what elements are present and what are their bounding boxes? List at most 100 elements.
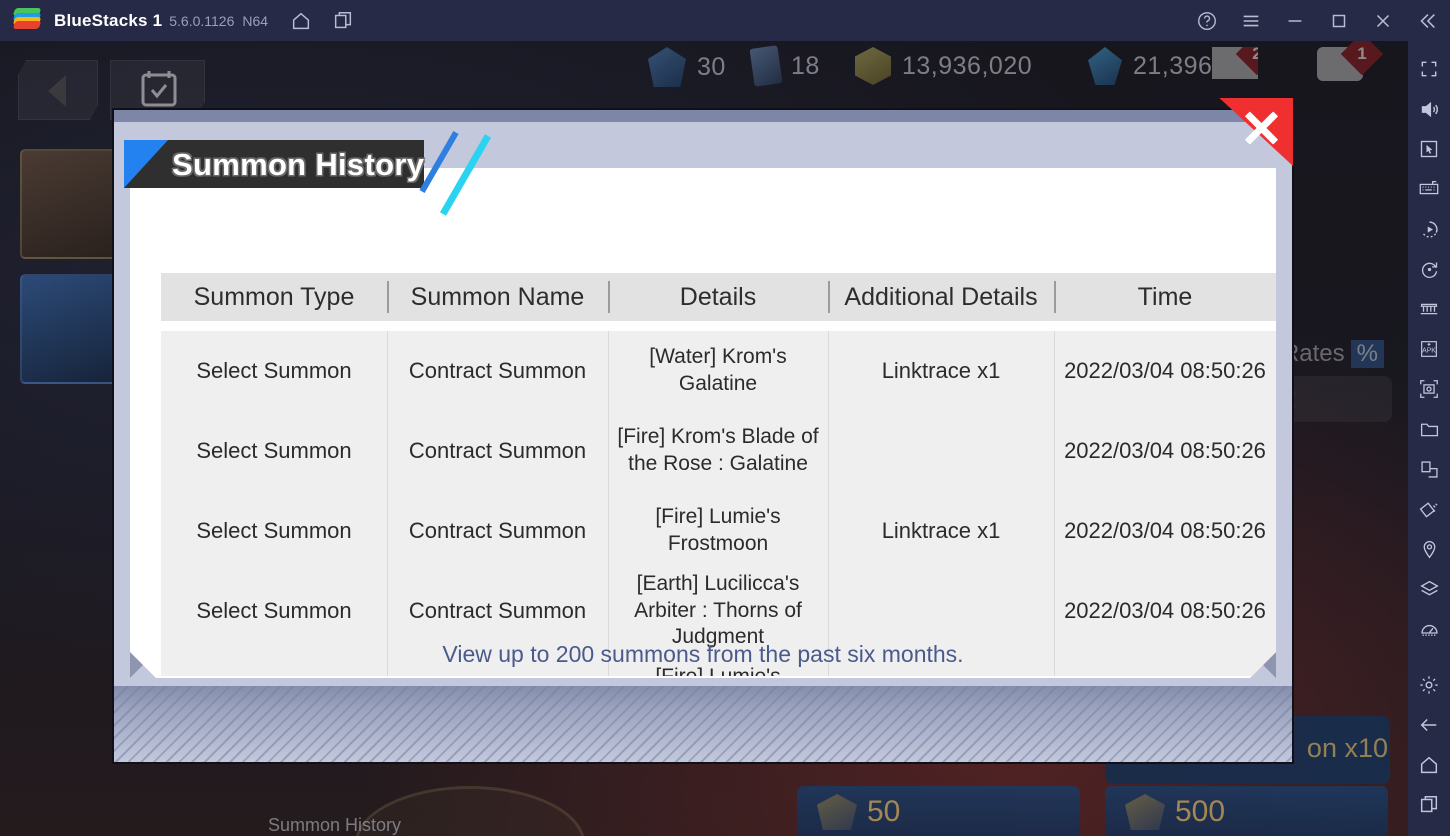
apk-install-icon: APK — [1418, 338, 1440, 360]
table-header-row: Summon Type Summon Name Details Addition… — [161, 273, 1276, 321]
home-icon[interactable] — [290, 10, 312, 32]
table-row[interactable]: Select Summon Contract Summon [Earth] Lu… — [161, 571, 1276, 651]
sidebar-item-location[interactable] — [1408, 529, 1450, 569]
maximize-icon[interactable] — [1328, 10, 1350, 32]
rotate-screen-icon — [1419, 459, 1440, 480]
table-row[interactable]: Select Summon Contract Summon [Water] Kr… — [161, 331, 1276, 411]
game-viewport: 30 18 13,936,020 21,396 2 1 Rates % Summ… — [0, 41, 1408, 836]
sidebar-item-screenshot[interactable] — [1408, 369, 1450, 409]
cell-summon-type: Select Summon — [196, 597, 352, 623]
sidebar-item-macro[interactable] — [1408, 209, 1450, 249]
close-icon[interactable] — [1372, 10, 1394, 32]
summon-single-cost-button[interactable]: 50 — [797, 786, 1080, 836]
cell-additional-details: Linktrace x1 — [828, 331, 1054, 411]
collapse-chevrons-icon[interactable] — [1416, 10, 1438, 32]
screenshot-icon — [1418, 378, 1440, 400]
sidebar-item-back[interactable] — [1408, 705, 1450, 745]
cell-summon-name: Contract Summon — [387, 331, 608, 411]
volume-icon — [1419, 99, 1440, 120]
currency-crystal: 21,396 — [1088, 47, 1212, 85]
chat-button[interactable]: 1 — [1317, 41, 1384, 81]
stamina-value: 30 — [697, 52, 726, 81]
crystal-icon — [1088, 47, 1122, 85]
sidebar-item-rotate[interactable] — [1408, 449, 1450, 489]
summon-ticket-icon — [749, 45, 783, 87]
sidebar-item-shake[interactable] — [1408, 489, 1450, 529]
cell-time: 2022/03/04 08:50:26 — [1054, 411, 1276, 491]
bluestacks-window: 30 18 13,936,020 21,396 2 1 Rates % Summ… — [0, 0, 1450, 836]
sidebar-item-settings[interactable] — [1408, 665, 1450, 705]
column-header-additional-details: Additional Details — [828, 273, 1054, 321]
dialog-content-panel: Summon Type Summon Name Details Addition… — [130, 168, 1276, 678]
chat-badge-count: 1 — [1357, 44, 1367, 63]
cell-details: [Fire] Lumie's Frostmoon — [608, 491, 828, 571]
chat-badge: 1 — [1340, 41, 1384, 76]
sidebar-item-eco-mode[interactable] — [1408, 569, 1450, 609]
crystal-cost-icon — [817, 794, 857, 830]
cell-additional-details: Linktrace x1 — [828, 491, 1054, 571]
summon-x10-label: on x10 — [1306, 733, 1388, 763]
back-arrow-icon — [1418, 714, 1440, 736]
summon-multi-cost: 500 — [1175, 795, 1226, 828]
table-body[interactable]: Select Summon Contract Summon [Water] Kr… — [161, 331, 1276, 676]
sidebar-item-instance-manager[interactable] — [1408, 289, 1450, 329]
game-hud: 30 18 13,936,020 21,396 2 1 — [0, 41, 1408, 103]
help-icon[interactable] — [1196, 10, 1218, 32]
summon-history-dialog: Summon Type Summon Name Details Addition… — [114, 98, 1293, 762]
banner-thumbnail-2[interactable] — [20, 274, 116, 384]
banner-thumbnail-1[interactable] — [20, 149, 116, 259]
page-title: Summon History — [172, 147, 425, 182]
multi-instance-manager-icon — [1418, 298, 1440, 320]
cell-summon-type: Select Summon — [196, 437, 352, 463]
sidebar-item-media-manager[interactable] — [1408, 409, 1450, 449]
sidebar-item-home[interactable] — [1408, 745, 1450, 785]
performance-gauge-icon — [1419, 619, 1440, 640]
minimize-icon[interactable] — [1284, 10, 1306, 32]
dialog-close-button[interactable] — [1213, 98, 1293, 166]
cell-additional-details — [828, 571, 1054, 651]
cell-summon-type: Select Summon — [196, 517, 352, 543]
cell-time: 2022/03/04 08:50:26 — [1054, 491, 1276, 571]
summon-multi-cost-button[interactable]: 500 — [1105, 786, 1388, 836]
table-row[interactable]: Select Summon Contract Summon [Fire] Kro… — [161, 411, 1276, 491]
table-row[interactable]: Select Summon Contract Summon [Fire] Lum… — [161, 491, 1276, 571]
sidebar-item-recents[interactable] — [1408, 785, 1450, 825]
shake-icon — [1419, 499, 1440, 520]
app-version: 5.6.0.1126 — [169, 12, 235, 29]
sidebar-item-install-apk[interactable]: APK — [1408, 329, 1450, 369]
sidebar-item-fullscreen[interactable] — [1408, 49, 1450, 89]
cell-details: [Earth] Lucilicca's Arbiter : Thorns of … — [608, 571, 828, 651]
sidebar-item-keymapping[interactable] — [1408, 169, 1450, 209]
summon-history-link[interactable]: Summon History — [268, 815, 401, 836]
bluestacks-logo-icon — [12, 7, 42, 34]
ticket-value: 18 — [791, 51, 820, 80]
app-title: BlueStacks 1 — [54, 10, 163, 30]
sidebar-item-game-controls[interactable] — [1408, 129, 1450, 169]
mail-button[interactable]: 2 — [1212, 47, 1258, 79]
cell-summon-name: Contract Summon — [387, 491, 608, 571]
multi-instance-icon[interactable] — [332, 10, 354, 32]
hamburger-menu-icon[interactable] — [1240, 10, 1262, 32]
mail-badge: 2 — [1235, 44, 1262, 76]
cell-details: [Water] Krom's Galatine — [608, 331, 828, 411]
keyboard-icon — [1418, 178, 1440, 200]
summon-single-cost: 50 — [867, 795, 901, 828]
column-header-summon-type: Summon Type — [193, 282, 355, 311]
dialog-footer-note: View up to 200 summons from the past six… — [442, 641, 964, 667]
macro-play-icon — [1419, 219, 1440, 240]
crystal-cost-icon-multi — [1125, 794, 1165, 830]
column-header-time: Time — [1054, 273, 1276, 321]
mail-badge-count: 2 — [1252, 44, 1262, 63]
currency-ticket: 18 — [749, 45, 820, 87]
cell-time: 2022/03/04 08:50:26 — [1054, 331, 1276, 411]
sidebar-item-sync[interactable] — [1408, 249, 1450, 289]
bluestacks-sidebar: APK — [1408, 41, 1450, 836]
cell-summon-name: Contract Summon — [387, 571, 608, 651]
column-header-details: Details — [608, 273, 828, 321]
cell-summon-name: Contract Summon — [387, 411, 608, 491]
cell-additional-details — [828, 411, 1054, 491]
gear-icon — [1418, 674, 1440, 696]
rates-button[interactable]: Rates % — [1282, 340, 1384, 368]
sidebar-item-volume[interactable] — [1408, 89, 1450, 129]
sidebar-item-performance[interactable] — [1408, 609, 1450, 649]
